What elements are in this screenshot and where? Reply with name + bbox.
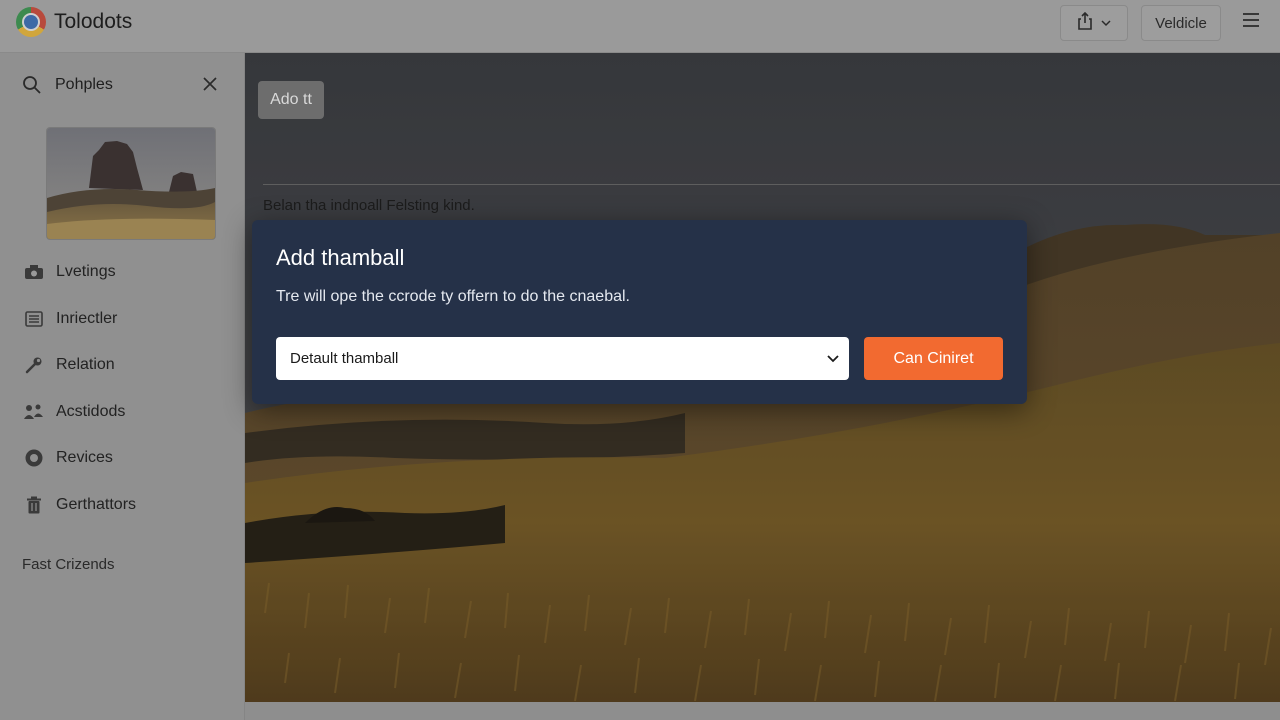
sidebar-item-revices[interactable]: Revices [24, 444, 113, 472]
sidebar-item-acstidods[interactable]: Acstidods [24, 398, 125, 426]
butte-landscape-image [47, 128, 215, 239]
share-icon [1077, 11, 1093, 35]
trash-icon [24, 495, 44, 515]
dialog-title: Add thamball [276, 245, 405, 270]
vehicle-button[interactable]: Veldicle [1141, 5, 1221, 41]
thumbnail-select[interactable]: Detault thamball [276, 337, 849, 380]
app-logo-icon [16, 7, 46, 37]
wrench-icon [24, 355, 44, 375]
menu-button[interactable] [1240, 12, 1262, 32]
chevron-down-icon [1101, 14, 1111, 32]
content-caption: Belan tha indnoall Felsting kind. [263, 197, 475, 214]
select-value: Detault thamball [290, 350, 399, 367]
confirm-button[interactable]: Can Ciniret [864, 337, 1003, 380]
sidebar-item-relation[interactable]: Relation [24, 351, 115, 379]
status-strip [245, 702, 1280, 720]
sidebar-item-label: Relation [56, 356, 115, 373]
sidebar: Pohples Lvetings Inriectler Relation Acs… [0, 53, 245, 720]
circle-icon [24, 448, 44, 468]
search-icon [22, 75, 42, 100]
landscape-thumbnail[interactable] [46, 127, 216, 240]
share-button[interactable] [1060, 5, 1128, 41]
search-input[interactable]: Pohples [55, 76, 113, 94]
list-icon [24, 309, 44, 329]
sidebar-item-inriectler[interactable]: Inriectler [24, 305, 117, 333]
sidebar-section-label[interactable]: Fast Crizends [22, 556, 115, 573]
app-title: Tolodots [54, 10, 133, 33]
camera-icon [24, 262, 44, 282]
sidebar-item-label: Gerthattors [56, 496, 137, 513]
chevron-down-icon [825, 350, 841, 371]
sidebar-item-gerthattors[interactable]: Gerthattors [24, 491, 136, 519]
divider [263, 184, 1280, 185]
sidebar-item-label: Lvetings [56, 263, 116, 280]
close-icon[interactable] [202, 76, 218, 97]
sidebar-search[interactable]: Pohples [22, 73, 222, 99]
sidebar-item-label: Revices [56, 449, 113, 466]
sidebar-item-lvetings[interactable]: Lvetings [24, 258, 116, 286]
sidebar-item-label: Inriectler [56, 310, 118, 327]
add-thumbnail-dialog: Add thamball Tre will ope the ccrode ty … [252, 220, 1027, 404]
people-icon [24, 402, 44, 422]
add-it-button[interactable]: Ado tt [258, 81, 324, 119]
sidebar-item-label: Acstidods [56, 403, 126, 420]
dialog-description: Tre will ope the ccrode ty offern to do … [276, 288, 630, 305]
top-bar: Tolodots Veldicle [0, 0, 1280, 53]
hamburger-menu-icon [1242, 12, 1260, 33]
